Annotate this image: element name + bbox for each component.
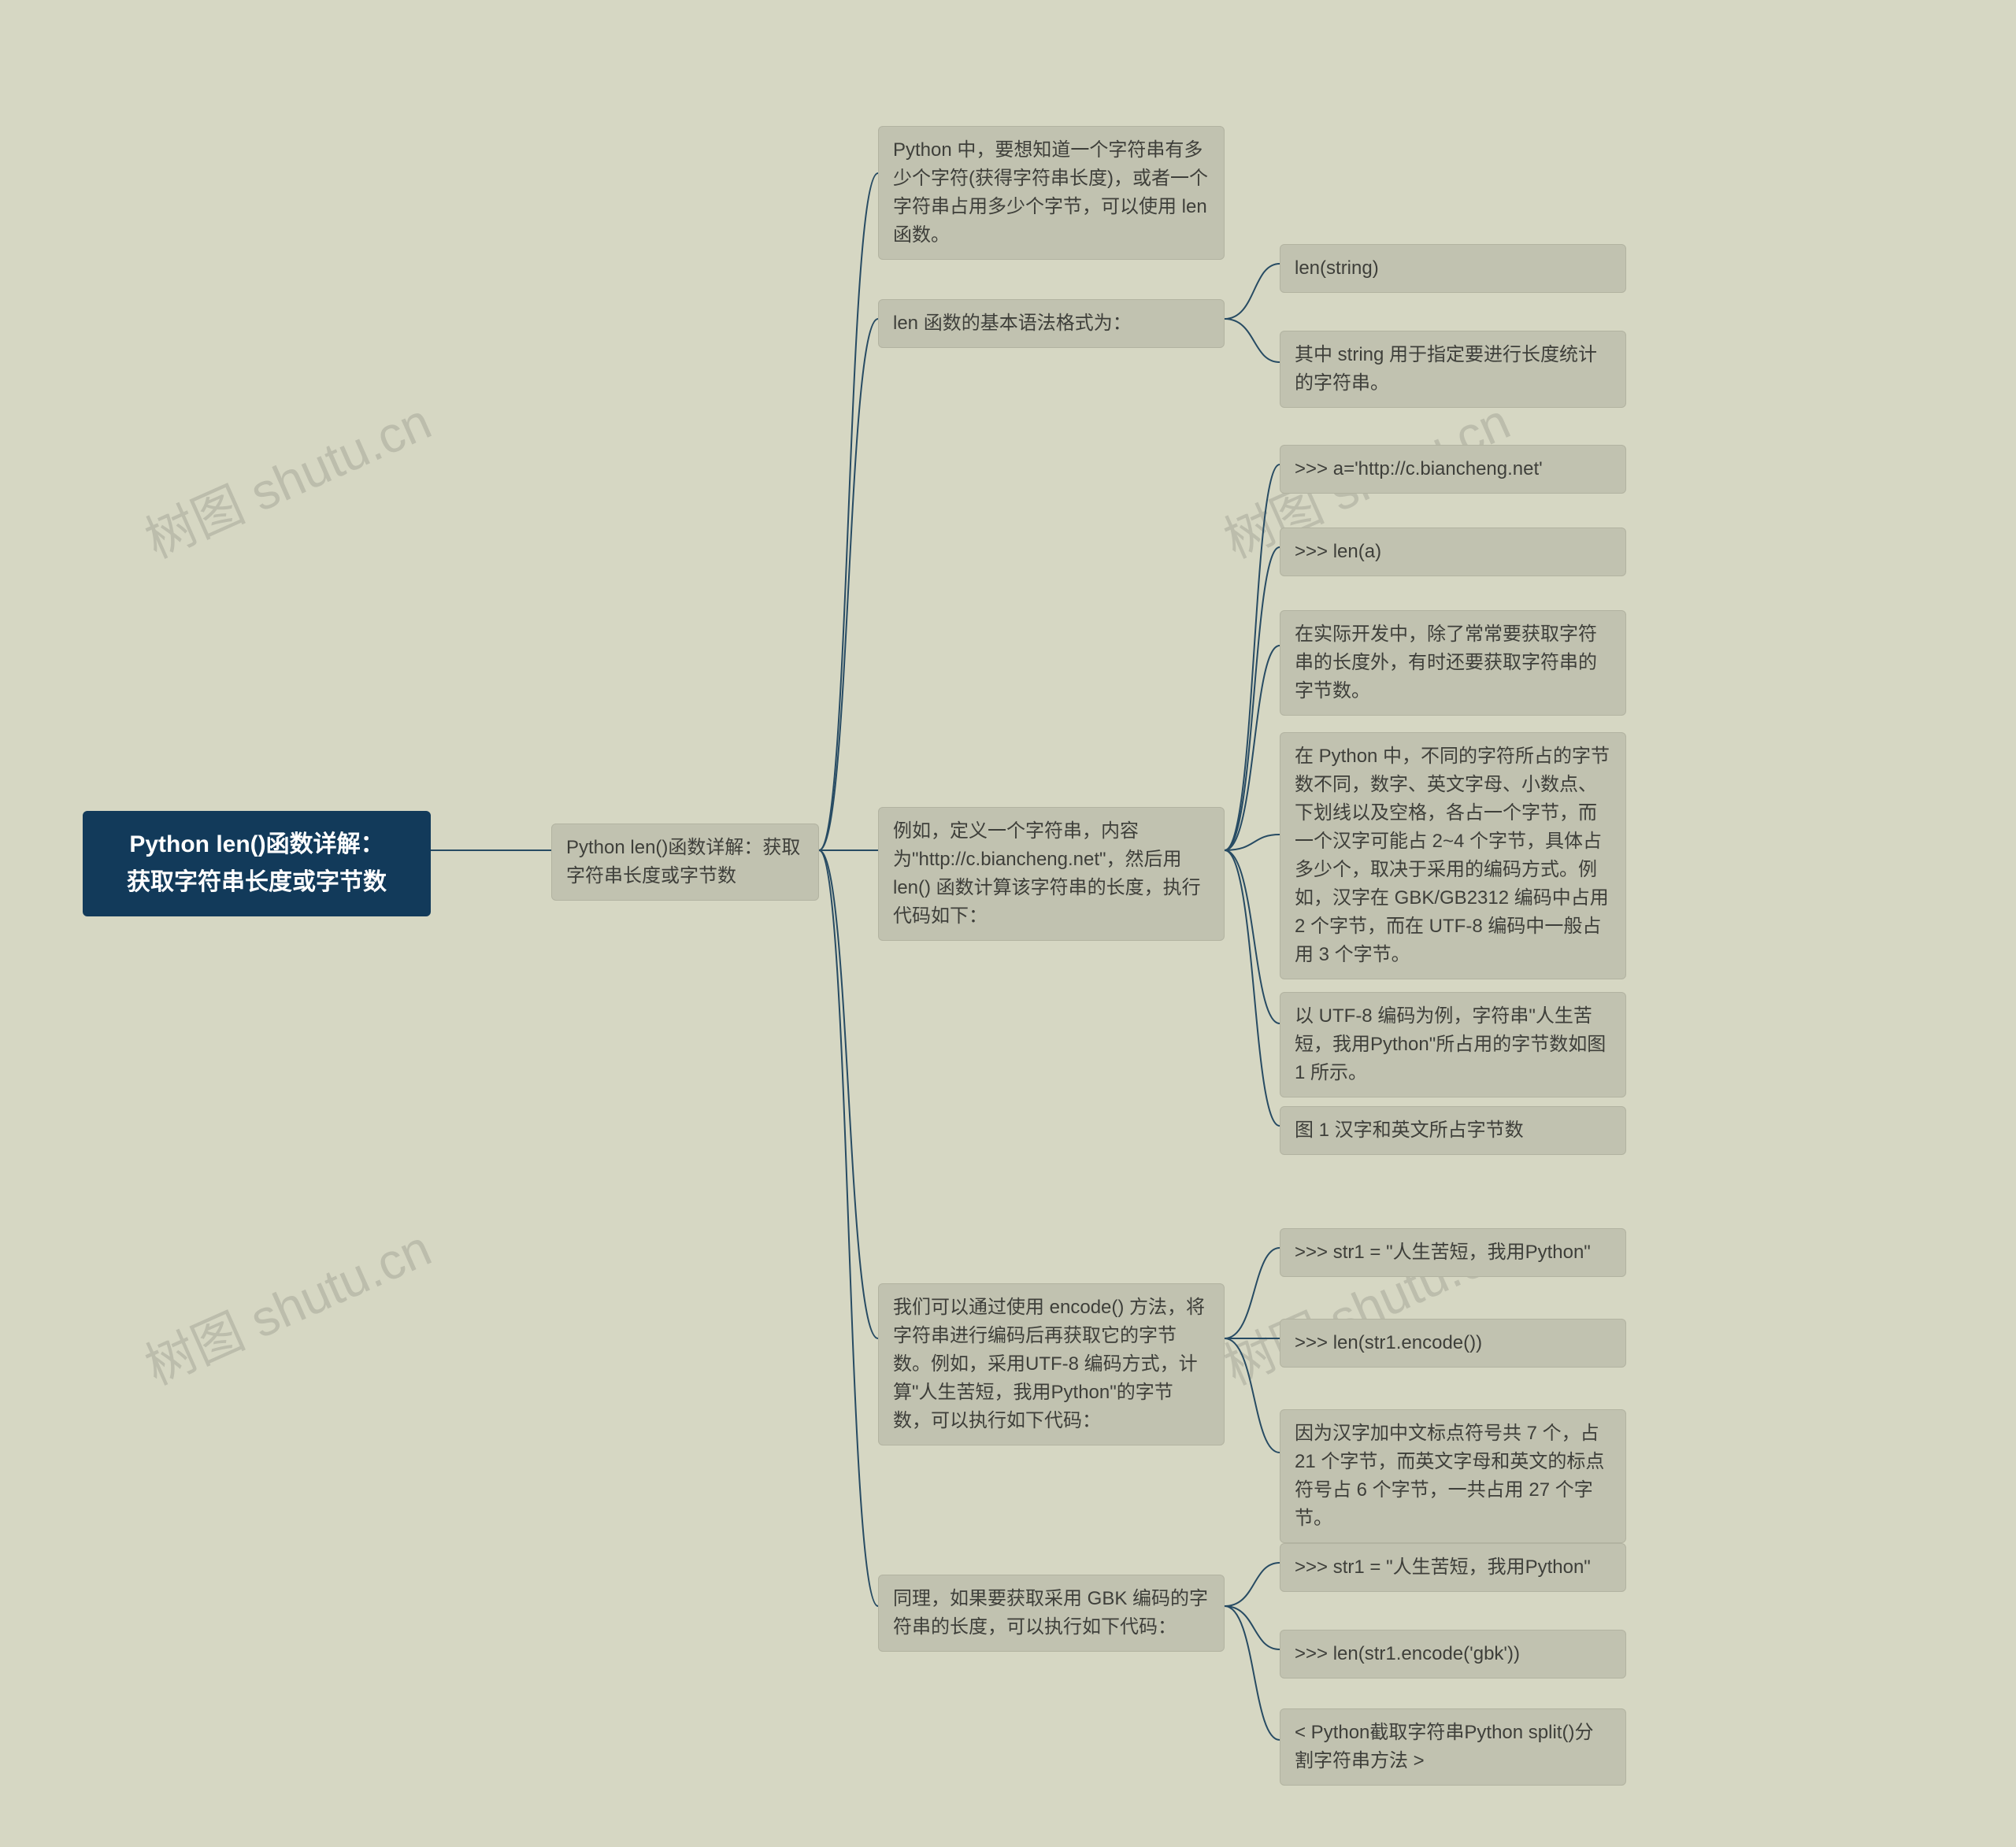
leaf-encode-note[interactable]: 因为汉字加中文标点符号共 7 个，占 21 个字节，而英文字母和英文的标点符号占… <box>1280 1409 1626 1543</box>
leaf-nav-links[interactable]: < Python截取字符串Python split()分割字符串方法 > <box>1280 1708 1626 1786</box>
leaf-encode-code1[interactable]: >>> str1 = "人生苦短，我用Python" <box>1280 1228 1626 1277</box>
root-node[interactable]: Python len()函数详解：获取字符串长度或字节数 <box>83 811 431 916</box>
root-line1: Python len()函数详解： <box>102 826 411 864</box>
watermark: 树图 shutu.cn <box>132 382 441 572</box>
root-line2: 获取字符串长度或字节数 <box>102 864 411 901</box>
leaf-syntax-code[interactable]: len(string) <box>1280 244 1626 293</box>
leaf-gbk-code1[interactable]: >>> str1 = "人生苦短，我用Python" <box>1280 1543 1626 1592</box>
branch-gbk[interactable]: 同理，如果要获取采用 GBK 编码的字符串的长度，可以执行如下代码： <box>878 1575 1225 1652</box>
branch-level2[interactable]: Python len()函数详解：获取字符串长度或字节数 <box>551 824 819 901</box>
leaf-ex1-note1[interactable]: 在实际开发中，除了常常要获取字符串的长度外，有时还要获取字符串的字节数。 <box>1280 610 1626 716</box>
leaf-ex1-note2[interactable]: 在 Python 中，不同的字符所占的字节数不同，数字、英文字母、小数点、下划线… <box>1280 732 1626 979</box>
branch-encode[interactable]: 我们可以通过使用 encode() 方法，将字符串进行编码后再获取它的字节数。例… <box>878 1283 1225 1445</box>
leaf-ex1-note3[interactable]: 以 UTF-8 编码为例，字符串"人生苦短，我用Python"所占用的字节数如图… <box>1280 992 1626 1097</box>
leaf-gbk-code2[interactable]: >>> len(str1.encode('gbk')) <box>1280 1630 1626 1679</box>
branch-intro[interactable]: Python 中，要想知道一个字符串有多少个字符(获得字符串长度)，或者一个字符… <box>878 126 1225 260</box>
branch-example1[interactable]: 例如，定义一个字符串，内容为"http://c.biancheng.net"，然… <box>878 807 1225 941</box>
leaf-ex1-code-a[interactable]: >>> a='http://c.biancheng.net' <box>1280 445 1626 494</box>
branch-syntax[interactable]: len 函数的基本语法格式为： <box>878 299 1225 348</box>
leaf-ex1-figure[interactable]: 图 1 汉字和英文所占字节数 <box>1280 1106 1626 1155</box>
leaf-syntax-desc[interactable]: 其中 string 用于指定要进行长度统计的字符串。 <box>1280 331 1626 408</box>
leaf-encode-code2[interactable]: >>> len(str1.encode()) <box>1280 1319 1626 1368</box>
mindmap-canvas: 树图 shutu.cn 树图 shutu.cn 树图 shutu.cn 树图 s… <box>0 0 2016 1847</box>
leaf-ex1-code-lena[interactable]: >>> len(a) <box>1280 527 1626 576</box>
watermark: 树图 shutu.cn <box>132 1209 441 1399</box>
